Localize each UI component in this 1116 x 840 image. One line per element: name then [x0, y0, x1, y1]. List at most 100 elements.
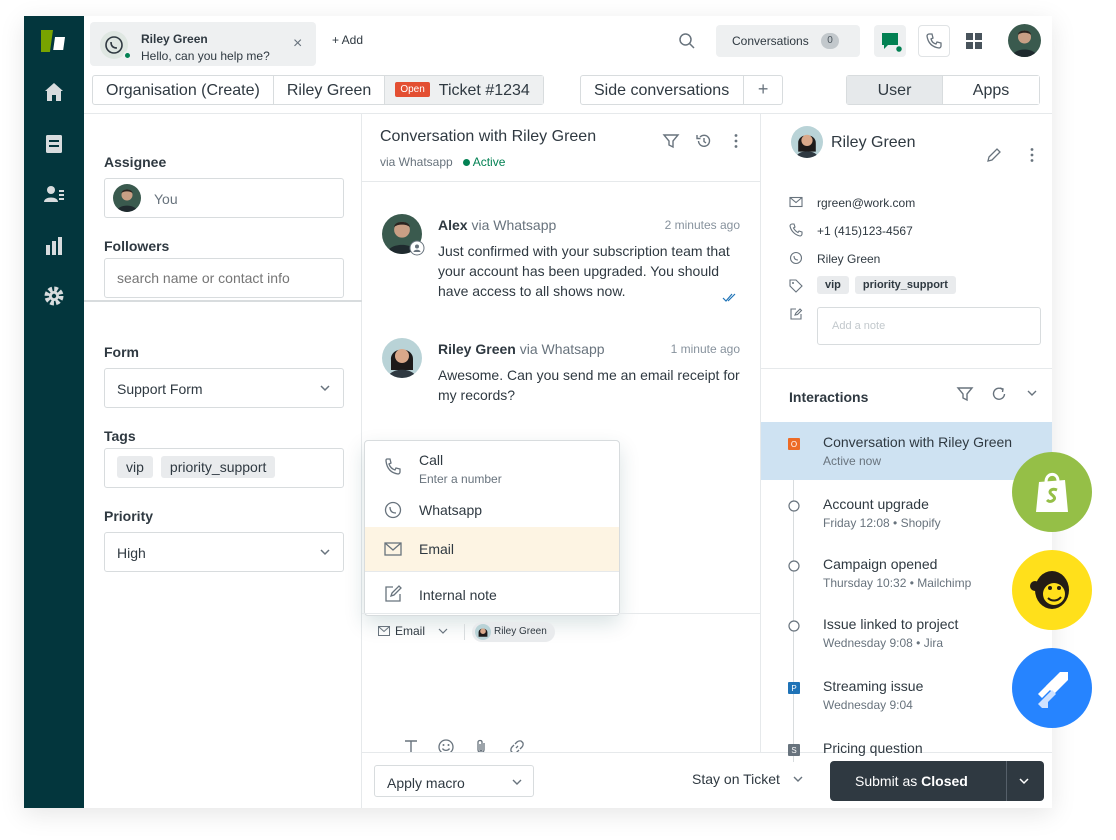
shopify-app-icon[interactable]	[1012, 452, 1092, 532]
close-tab-icon[interactable]: ×	[293, 36, 302, 52]
apply-macro-select[interactable]: Apply macro	[374, 765, 534, 797]
history-icon[interactable]	[695, 132, 713, 150]
edit-pencil-icon[interactable]	[985, 146, 1003, 164]
main-nav	[24, 16, 84, 808]
conversations-count: 0	[821, 33, 839, 49]
mailchimp-app-icon[interactable]	[1012, 550, 1092, 630]
menu-item-email[interactable]: Email	[365, 527, 619, 571]
interactions-header: Interactions	[761, 368, 1052, 424]
filter-icon[interactable]	[956, 385, 974, 403]
apply-macro-label: Apply macro	[387, 775, 465, 791]
mailchimp-monkey-icon	[1030, 571, 1069, 609]
svg-text:O: O	[791, 440, 797, 449]
priority-select[interactable]: High	[104, 532, 344, 572]
interaction-item-campaign-opened[interactable]: Campaign opened Thursday 10:32 • Mailchi…	[761, 544, 1052, 602]
jira-app-icon[interactable]	[1012, 648, 1092, 728]
interaction-subtitle: Wednesday 9:04	[823, 698, 913, 712]
views-icon[interactable]	[42, 132, 66, 156]
interaction-title: Conversation with Riley Green	[823, 434, 1013, 450]
apps-grid-icon[interactable]	[966, 33, 982, 49]
tag-vip[interactable]: vip	[817, 276, 849, 294]
composer-separator	[464, 624, 465, 640]
tab-preview: Hello, can you help me?	[141, 49, 270, 63]
interaction-title: Campaign opened	[823, 556, 938, 572]
menu-item-whatsapp-label: Whatsapp	[419, 502, 483, 518]
form-label: Form	[104, 344, 139, 360]
grey-ticket-marker-icon: S	[788, 744, 800, 756]
customer-name: Riley Green	[831, 134, 916, 151]
assignee-label: Assignee	[104, 154, 167, 170]
tab-apps[interactable]: Apps	[943, 76, 1039, 104]
tab-user[interactable]: User	[847, 76, 943, 104]
tag-priority-support[interactable]: priority_support	[854, 276, 956, 294]
chevron-down-icon	[320, 549, 330, 556]
recipient-chip[interactable]: Riley Green	[472, 622, 555, 642]
customer-email[interactable]: rgreen@work.com	[817, 196, 915, 210]
refresh-icon[interactable]	[990, 385, 1008, 403]
filter-icon[interactable]	[662, 132, 680, 150]
menu-item-internal-note-label: Internal note	[419, 587, 497, 603]
breadcrumb-organisation[interactable]: Organisation (Create)	[93, 76, 274, 104]
customer-avatar	[382, 338, 422, 378]
note-edit-icon	[790, 308, 803, 320]
interaction-item-account-upgrade[interactable]: Account upgrade Friday 12:08 • Shopify	[761, 484, 1052, 542]
envelope-icon	[378, 626, 390, 636]
more-options-icon[interactable]	[1023, 146, 1041, 164]
reporting-icon[interactable]	[42, 234, 66, 258]
add-side-conversation-button[interactable]: +	[744, 76, 782, 104]
interaction-item-streaming-issue[interactable]: P Streaming issue Wednesday 9:04	[761, 666, 1052, 724]
note-edit-icon	[385, 585, 402, 602]
add-tab-button[interactable]: + Add	[332, 33, 363, 47]
home-icon[interactable]	[42, 80, 66, 104]
context-panel-toggle: User Apps	[846, 75, 1040, 105]
tags-label: Tags	[104, 428, 136, 444]
channel-selector[interactable]: Email	[378, 624, 448, 638]
search-icon[interactable]	[678, 32, 696, 50]
conversation-subtitle: via Whatsapp Active	[380, 155, 505, 169]
read-receipt-icon	[722, 293, 736, 302]
tag-priority-support[interactable]: priority_support	[160, 456, 276, 478]
interaction-title: Issue linked to project	[823, 616, 959, 632]
phone-status-button[interactable]	[918, 25, 950, 57]
customer-context-panel: Riley Green rgreen@work.com +1 (415)123-…	[760, 114, 1052, 762]
message-time: 2 minutes ago	[664, 218, 740, 232]
interaction-item-conversation[interactable]: O Conversation with Riley Green Active n…	[761, 422, 1052, 480]
chevron-down-icon[interactable]	[1026, 388, 1038, 398]
side-conversations-button[interactable]: Side conversations	[581, 76, 745, 104]
tag-vip[interactable]: vip	[117, 456, 153, 478]
ticket-tab[interactable]: Riley Green Hello, can you help me? ×	[90, 22, 316, 66]
conversation-panel: Conversation with Riley Green via Whatsa…	[362, 114, 760, 808]
author-name: Alex	[438, 217, 468, 233]
interaction-item-issue-linked[interactable]: Issue linked to project Wednesday 9:08 •…	[761, 604, 1052, 662]
conversations-button[interactable]: Conversations 0	[716, 25, 860, 57]
breadcrumb-requester[interactable]: Riley Green	[274, 76, 386, 104]
interaction-subtitle: Wednesday 9:08 • Jira	[823, 636, 944, 650]
menu-item-call[interactable]: Call Enter a number	[365, 441, 619, 489]
current-user-avatar[interactable]	[1008, 24, 1041, 57]
add-note-field[interactable]: Add a note	[817, 307, 1041, 345]
breadcrumb-ticket[interactable]: Open Ticket #1234	[385, 76, 543, 104]
menu-item-internal-note[interactable]: Internal note	[365, 571, 619, 615]
message-customer: Riley Green via Whatsapp 1 minute ago Aw…	[382, 338, 744, 418]
chevron-down-icon	[320, 385, 330, 392]
message-time: 1 minute ago	[670, 342, 740, 356]
form-select[interactable]: Support Form	[104, 368, 344, 408]
more-options-icon[interactable]	[727, 132, 745, 150]
orange-conversation-marker-icon: O	[788, 438, 800, 450]
interaction-item-pricing-question[interactable]: S Pricing question	[761, 728, 1052, 786]
settings-gear-icon[interactable]	[42, 284, 66, 308]
channel-value: Email	[395, 624, 426, 638]
zendesk-logo-icon[interactable]	[41, 30, 67, 52]
conversation-header: Conversation with Riley Green via Whatsa…	[362, 114, 760, 182]
followers-input[interactable]	[104, 258, 344, 298]
messaging-status-button[interactable]	[874, 25, 906, 57]
top-bar: Riley Green Hello, can you help me? × + …	[84, 16, 1052, 70]
chevron-down-icon	[512, 779, 522, 785]
priority-label: Priority	[104, 508, 154, 524]
customers-icon[interactable]	[42, 182, 66, 206]
menu-item-whatsapp[interactable]: Whatsapp	[365, 493, 619, 527]
tags-field[interactable]: vip priority_support	[104, 448, 344, 488]
recipient-avatar	[475, 624, 491, 640]
assignee-field[interactable]: You	[104, 178, 344, 218]
customer-phone[interactable]: +1 (415)123-4567	[817, 224, 913, 238]
